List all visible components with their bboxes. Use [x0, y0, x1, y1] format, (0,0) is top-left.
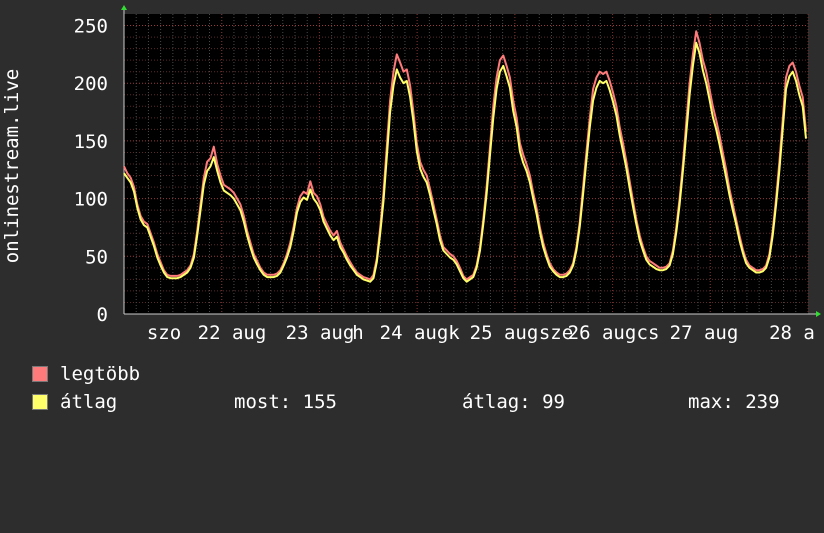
stat-avg: átlag: 99: [462, 392, 565, 412]
x-tick-label: 22 aug: [198, 322, 267, 344]
stat-max-label: max:: [688, 391, 734, 413]
legend-label-avg: átlag: [60, 391, 118, 413]
y-axis-label: onlinestream.live: [1, 69, 23, 263]
chart-root: 0 50 100 150 200 250 szo 22 aug 23 aug h 24 aug k 25…: [0, 0, 824, 430]
legend-swatch-avg: [32, 394, 48, 410]
y-tick-label: 200: [74, 73, 108, 95]
x-tick-label: 28 a: [769, 322, 815, 344]
x-tick-label: 25 aug: [470, 322, 539, 344]
x-tick-label: cs: [637, 322, 660, 344]
legend-label-max: legtöbb: [60, 363, 141, 385]
legend-row-avg: átlag most: 155 átlag: 99 max: 239: [32, 392, 812, 412]
stat-now: most: 155: [234, 392, 337, 412]
x-tick-label: h: [352, 322, 363, 344]
x-tick-label: 26 aug: [568, 322, 637, 344]
y-axis-arrow: [121, 5, 127, 10]
y-tick-label: 100: [74, 189, 108, 211]
x-tick-label: 24 aug: [380, 322, 449, 344]
y-tick-label: 250: [74, 16, 108, 38]
x-tick-label: 27 aug: [670, 322, 739, 344]
x-tick-label: 23 aug: [286, 322, 355, 344]
x-axis-arrow: [816, 311, 821, 317]
y-tick-label: 0: [97, 304, 108, 326]
stat-avg-value: 99: [542, 391, 565, 413]
stat-now-value: 155: [302, 391, 337, 413]
stat-max-value: 239: [745, 391, 780, 413]
y-tick-label: 150: [74, 131, 108, 153]
stat-avg-label: átlag:: [462, 391, 531, 413]
y-tick-label: 50: [85, 246, 108, 268]
x-tick-label: k: [448, 322, 460, 344]
stat-max: max: 239: [688, 392, 780, 412]
legend-row-max: legtöbb: [32, 364, 140, 384]
legend-swatch-max: [32, 366, 48, 382]
x-tick-label: szo: [147, 322, 181, 344]
stat-now-label: most:: [234, 391, 292, 413]
